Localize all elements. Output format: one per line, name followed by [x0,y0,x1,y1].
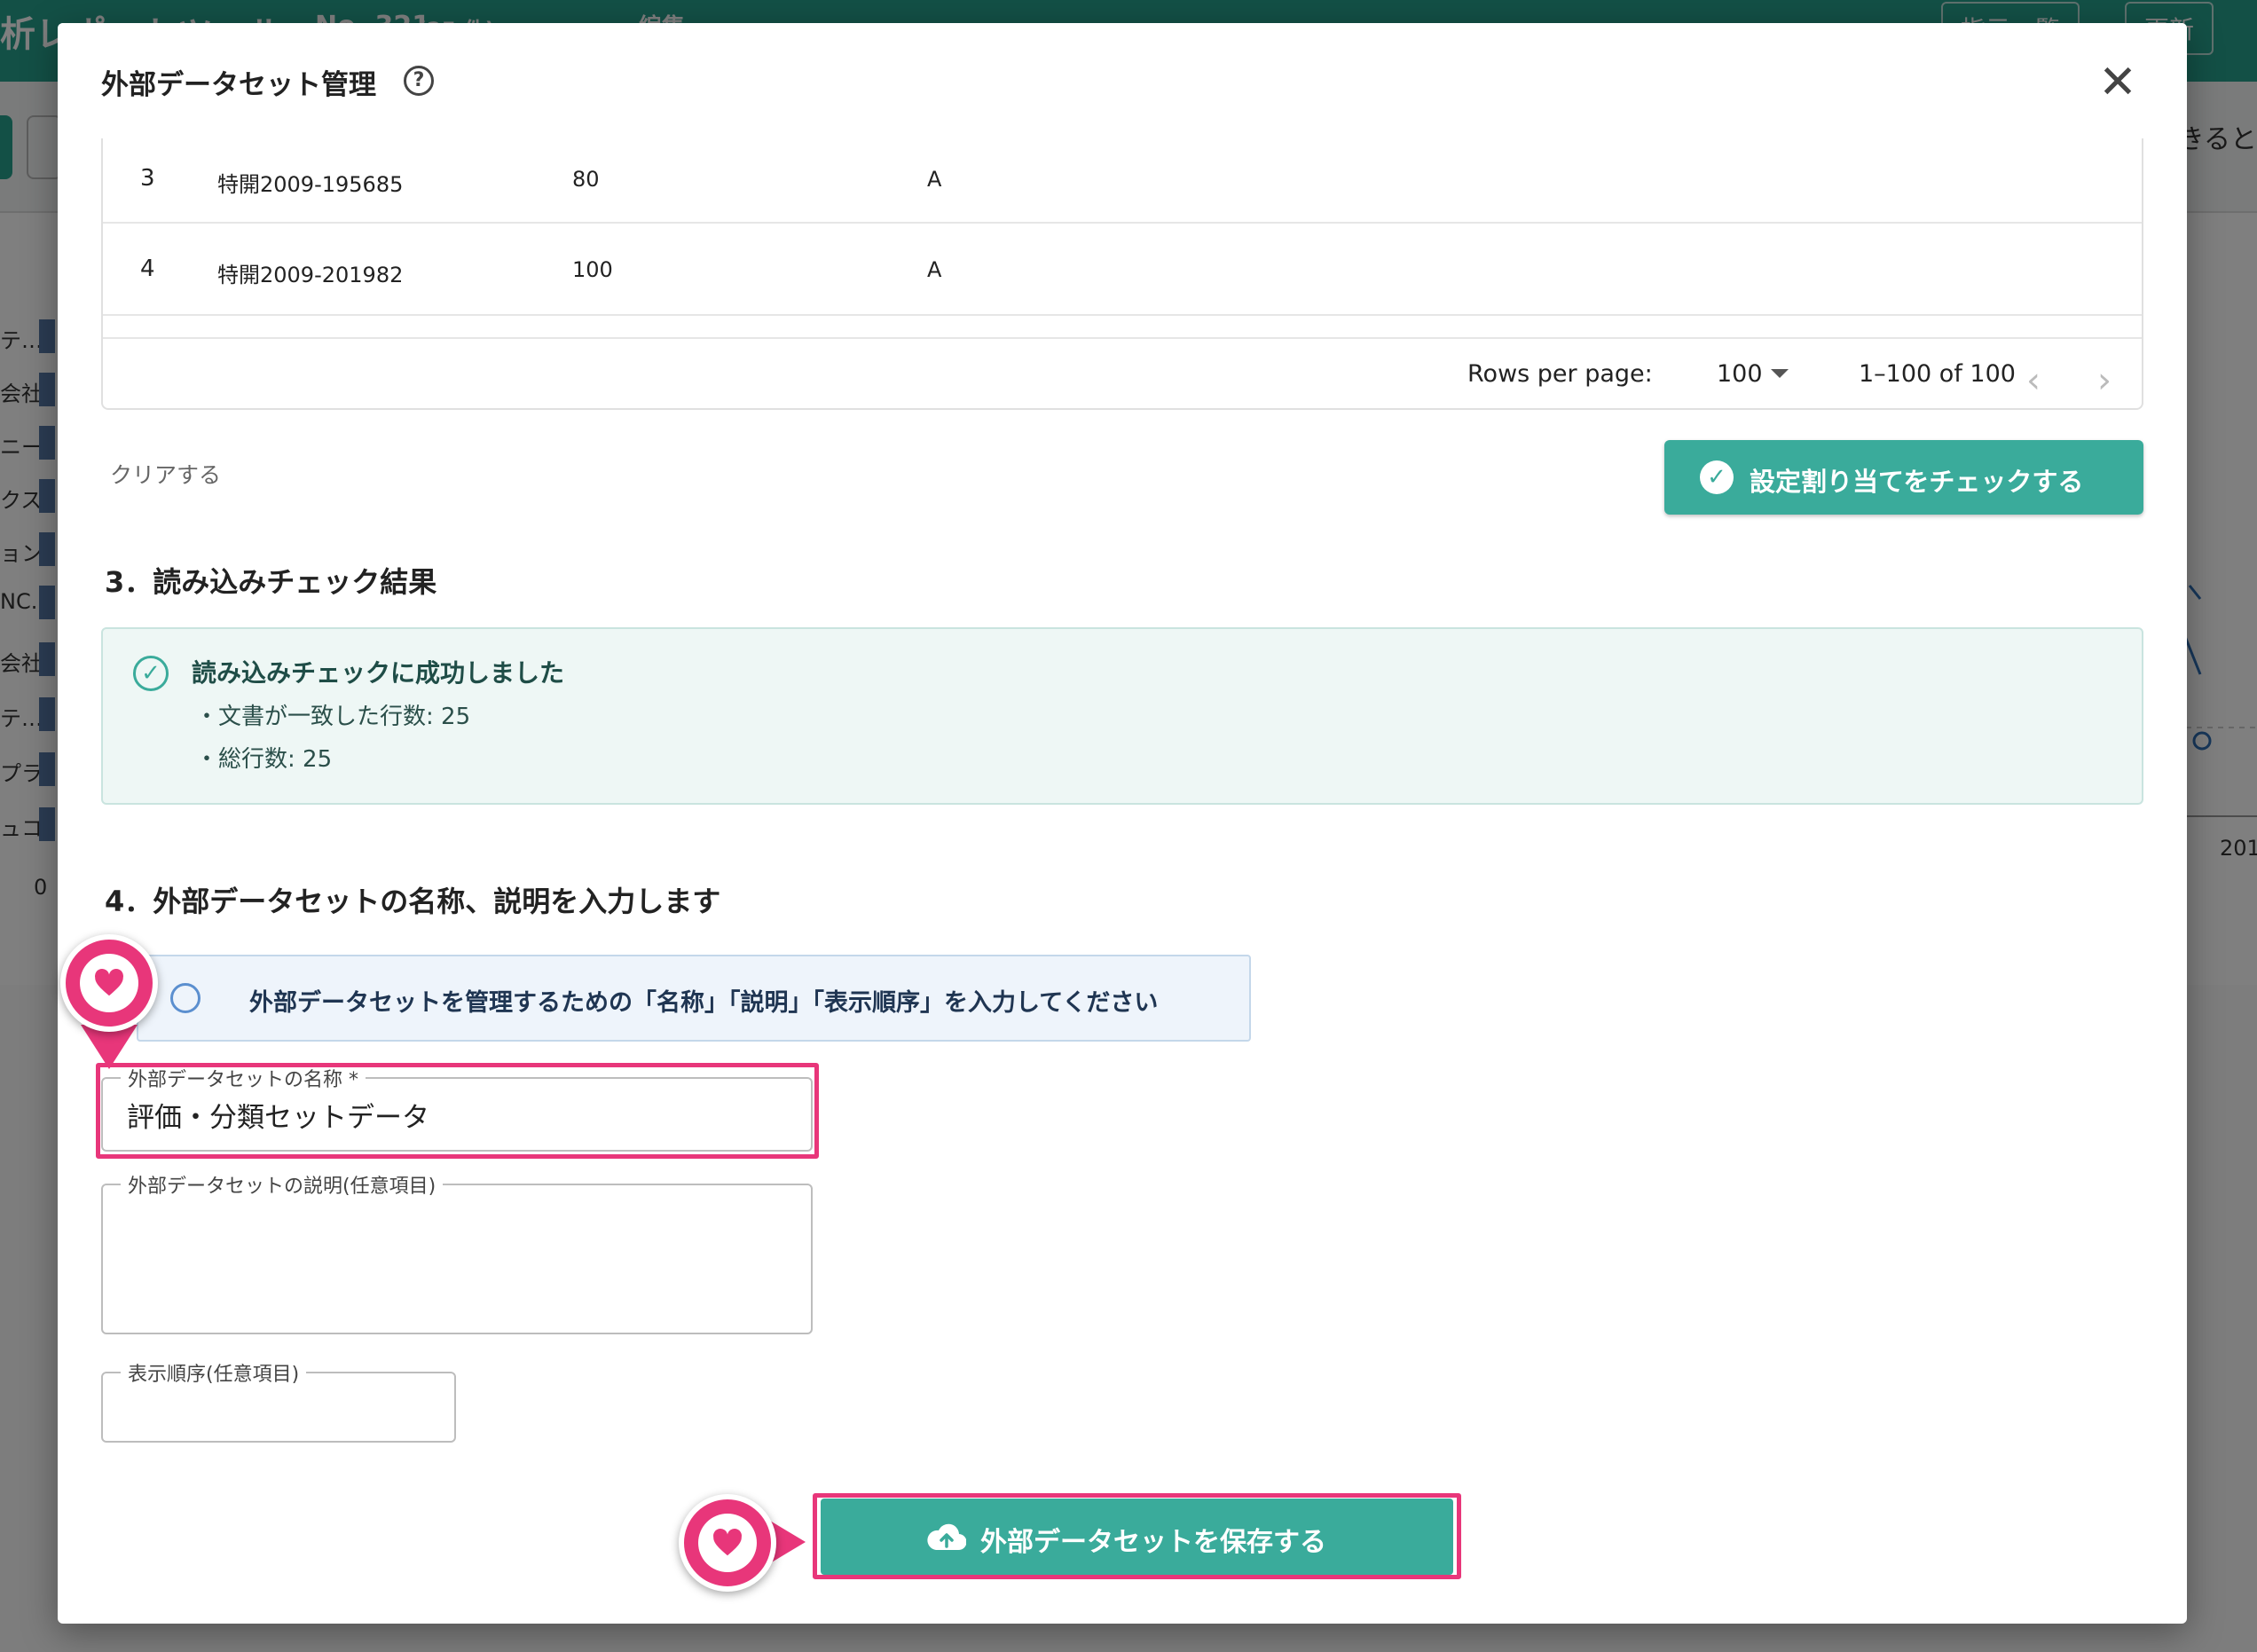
annotation-marker [679,1494,776,1592]
save-button-highlight [813,1493,1461,1579]
chevron-right-icon[interactable]: › [2097,360,2112,401]
chevron-down-icon[interactable] [1771,369,1789,378]
chevron-left-icon[interactable]: ‹ [2026,360,2041,401]
grade-cell: A [927,257,942,282]
marker-inner [80,954,138,1012]
dataset-management-dialog: 3 特開2009-195685 80 A 4 特開2009-201982 100… [58,23,2187,1624]
total-rows-line: ・総行数: 25 [195,746,333,773]
display-order-field[interactable]: 表示順序(任意項目) [101,1358,456,1443]
row-number: 3 [140,165,155,192]
info-icon [170,983,201,1013]
section4-title: 4．外部データセットの名称、説明を入力します [105,885,721,918]
table-row[interactable]: 4 特開2009-201982 100 A [103,224,2142,316]
help-icon[interactable]: ? [404,66,434,96]
document-number: 特開2009-195685 [217,172,404,197]
name-field-highlight [96,1063,819,1159]
pagination-range: 1–100 of 100 [1859,360,2016,388]
check-circle-icon: ✓ [1700,460,1734,494]
clear-button[interactable]: クリアする [110,458,221,490]
close-icon[interactable]: ✕ [2094,59,2142,106]
dialog-title: 外部データセット管理 [101,69,376,101]
table-row[interactable]: 3 特開2009-195685 80 A [103,138,2142,224]
annotation-marker [60,934,158,1032]
check-circle-icon: ✓ [133,656,169,691]
check-assignment-button[interactable]: ✓ 設定割り当てをチェックする [1664,440,2143,515]
dialog-header: 外部データセット管理 ? ✕ [58,23,2187,138]
section3-title: 3．読み込みチェック結果 [105,565,437,599]
info-text: 外部データセットを管理するための「名称」「説明」「表示順序」を入力してください [249,989,1159,1017]
table-pagination: Rows per page: 100 1–100 of 100 ‹ › [103,337,2142,408]
row-number: 4 [140,256,155,282]
load-check-success-alert: ✓ 読み込みチェックに成功しました ・文書が一致した行数: 25 ・総行数: 2… [101,627,2143,805]
name-input-info-alert: 外部データセットを管理するための「名称」「説明」「表示順序」を入力してください [137,955,1251,1042]
score-cell: 100 [572,257,613,282]
rows-per-page-select[interactable]: 100 [1717,360,1763,388]
marker-inner [698,1514,757,1572]
dataset-description-field[interactable]: 外部データセットの説明(任意項目) [101,1170,813,1334]
display-order-label: 表示順序(任意項目) [121,1358,307,1387]
matched-rows-line: ・文書が一致した行数: 25 [195,704,471,730]
rows-per-page-label: Rows per page: [1467,360,1653,388]
grade-cell: A [927,167,942,192]
success-title: 読み込みチェックに成功しました [192,658,565,688]
score-cell: 80 [572,167,600,192]
dataset-table: 3 特開2009-195685 80 A 4 特開2009-201982 100… [101,138,2143,410]
check-assignment-label: 設定割り当てをチェックする [1750,467,2084,497]
heart-icon [713,1529,742,1556]
heart-icon [95,969,123,996]
dataset-description-label: 外部データセットの説明(任意項目) [121,1170,444,1199]
document-number: 特開2009-201982 [217,263,404,287]
